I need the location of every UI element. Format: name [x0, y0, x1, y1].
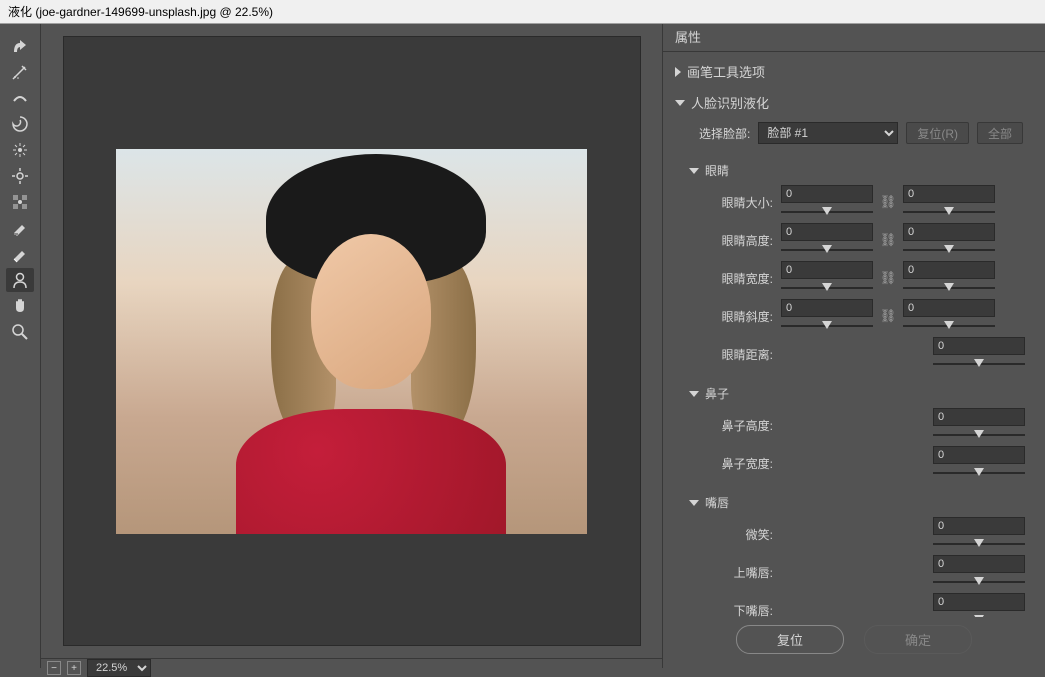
properties-panel: 属性 画笔工具选项 人脸识别液化 选择脸部: 脸部 #1 复位(R) 全部 眼睛	[662, 24, 1045, 668]
link-icon[interactable]: ⛓	[881, 270, 895, 286]
link-icon[interactable]: ⛓	[881, 308, 895, 324]
slider-label: 微笑:	[689, 526, 773, 543]
slider[interactable]	[933, 613, 1025, 617]
slider-label: 眼睛斜度:	[689, 308, 773, 325]
value-input[interactable]	[933, 517, 1025, 535]
group-label: 眼睛	[705, 162, 729, 179]
slider[interactable]	[933, 428, 1025, 442]
twirl-tool[interactable]	[6, 112, 34, 136]
value-input[interactable]	[933, 446, 1025, 464]
value-input[interactable]	[903, 185, 995, 203]
slider-label: 眼睛宽度:	[689, 270, 773, 287]
group-label: 鼻子	[705, 385, 729, 402]
slider[interactable]	[781, 281, 873, 295]
select-face-label: 选择脸部:	[699, 125, 750, 142]
group-label: 嘴唇	[705, 494, 729, 511]
chevron-down-icon	[689, 391, 699, 397]
value-input[interactable]	[903, 223, 995, 241]
window-title: 液化 (joe-gardner-149699-unsplash.jpg @ 22…	[0, 0, 1045, 24]
slider[interactable]	[903, 243, 995, 257]
face-tool[interactable]	[6, 268, 34, 292]
pucker-tool[interactable]	[6, 138, 34, 162]
reset-button[interactable]: 复位	[736, 625, 844, 654]
panel-title: 属性	[663, 24, 1045, 52]
chevron-right-icon	[675, 67, 681, 77]
slider-label: 眼睛大小:	[689, 194, 773, 211]
value-input[interactable]	[903, 261, 995, 279]
group-nose[interactable]: 鼻子	[689, 381, 1037, 406]
slider[interactable]	[933, 357, 1025, 371]
zoom-tool[interactable]	[6, 320, 34, 344]
value-input[interactable]	[781, 261, 873, 279]
thaw-mask-tool[interactable]	[6, 242, 34, 266]
value-input[interactable]	[781, 223, 873, 241]
slider-label: 鼻子高度:	[689, 417, 773, 434]
slider-label: 眼睛距离:	[689, 346, 773, 363]
chevron-down-icon	[689, 500, 699, 506]
section-label: 人脸识别液化	[691, 93, 769, 112]
zoom-in-button[interactable]: +	[67, 661, 81, 675]
value-input[interactable]	[933, 337, 1025, 355]
slider[interactable]	[933, 537, 1025, 551]
slider-label: 眼睛高度:	[689, 232, 773, 249]
section-label: 画笔工具选项	[687, 62, 765, 81]
value-input[interactable]	[933, 408, 1025, 426]
zoom-select[interactable]: 22.5%	[87, 659, 151, 677]
link-icon[interactable]: ⛓	[881, 232, 895, 248]
reset-face-button[interactable]: 复位(R)	[906, 122, 969, 144]
group-mouth[interactable]: 嘴唇	[689, 490, 1037, 515]
zoom-out-button[interactable]: −	[47, 661, 61, 675]
slider[interactable]	[903, 319, 995, 333]
slider[interactable]	[903, 205, 995, 219]
chevron-down-icon	[675, 100, 685, 106]
slider-label: 鼻子宽度:	[689, 455, 773, 472]
photo-preview	[116, 149, 587, 534]
slider-label: 上嘴唇:	[689, 564, 773, 581]
slider[interactable]	[903, 281, 995, 295]
value-input[interactable]	[781, 299, 873, 317]
select-face-dropdown[interactable]: 脸部 #1	[758, 122, 898, 144]
reconstruct-tool[interactable]	[6, 60, 34, 84]
section-brush-options[interactable]: 画笔工具选项	[671, 56, 1037, 87]
slider[interactable]	[781, 319, 873, 333]
slider-label: 下嘴唇:	[689, 602, 773, 618]
value-input[interactable]	[903, 299, 995, 317]
hand-tool[interactable]	[6, 294, 34, 318]
canvas-area: ← − + 22.5%	[41, 24, 662, 668]
canvas[interactable]	[63, 36, 641, 646]
value-input[interactable]	[933, 593, 1025, 611]
slider[interactable]	[781, 243, 873, 257]
value-input[interactable]	[781, 185, 873, 203]
bloat-tool[interactable]	[6, 164, 34, 188]
chevron-down-icon	[689, 168, 699, 174]
link-icon[interactable]: ⛓	[881, 194, 895, 210]
forward-warp-tool[interactable]	[6, 34, 34, 58]
all-faces-button[interactable]: 全部	[977, 122, 1023, 144]
value-input[interactable]	[933, 555, 1025, 573]
smooth-tool[interactable]	[6, 86, 34, 110]
freeze-mask-tool[interactable]	[6, 216, 34, 240]
slider[interactable]	[933, 466, 1025, 480]
slider[interactable]	[781, 205, 873, 219]
group-eyes[interactable]: 眼睛	[689, 158, 1037, 183]
push-left-tool[interactable]	[6, 190, 34, 214]
slider[interactable]	[933, 575, 1025, 589]
toolbar	[0, 24, 41, 668]
ok-button[interactable]: 确定	[864, 625, 972, 654]
section-face-liquify[interactable]: 人脸识别液化	[671, 87, 1037, 118]
